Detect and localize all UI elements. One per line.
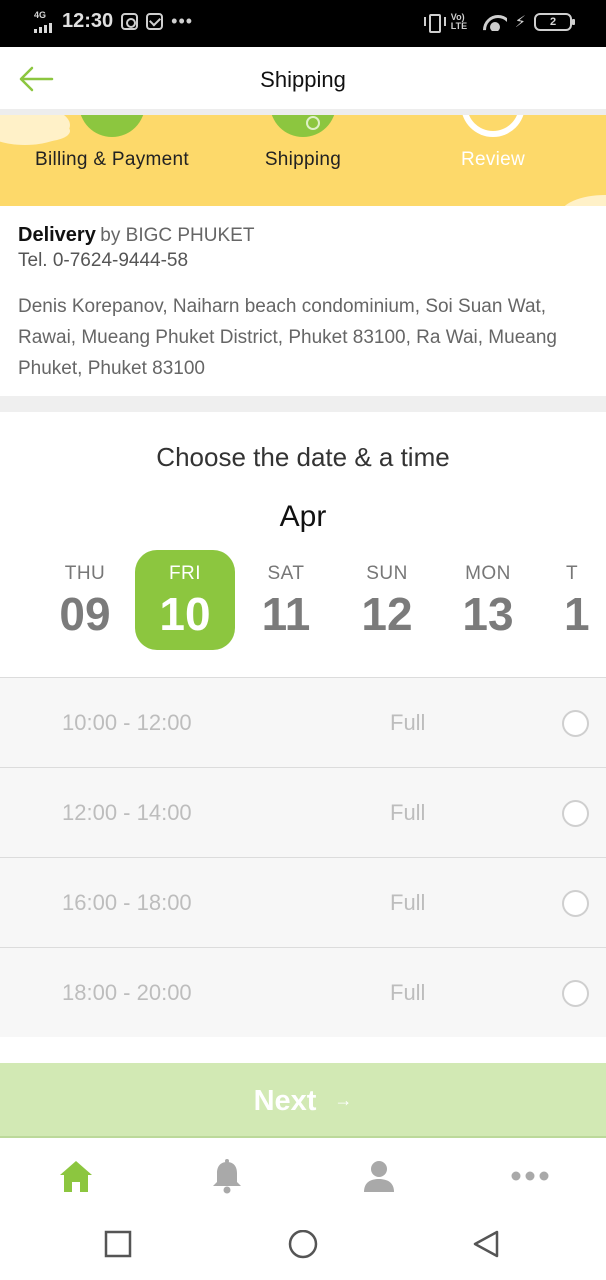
- divider: [0, 396, 606, 412]
- slot-time: 16:00 - 18:00: [62, 890, 192, 915]
- home-icon: [60, 1161, 92, 1192]
- day-fri[interactable]: FRI 10: [135, 550, 235, 650]
- slot-time: 12:00 - 14:00: [62, 800, 192, 825]
- time-slot[interactable]: 10:00 - 12:00 Full: [0, 677, 606, 767]
- day-of-week: SUN: [366, 563, 408, 584]
- circle-icon: [288, 1229, 318, 1259]
- step-review-circle-icon: [461, 115, 525, 137]
- signal-icon: 4G: [32, 9, 54, 33]
- day-of-week: SAT: [267, 563, 305, 584]
- next-label: Next: [253, 1085, 317, 1117]
- day-number: 09: [59, 588, 111, 640]
- delivery-title: Delivery: [18, 224, 96, 246]
- slot-time: 10:00 - 12:00: [62, 710, 192, 735]
- slot-radio[interactable]: [562, 980, 589, 1007]
- slot-radio[interactable]: [562, 800, 589, 827]
- more-icon: [511, 1171, 549, 1181]
- triangle-back-icon: [473, 1230, 499, 1258]
- day-number: 1: [564, 588, 590, 640]
- slot-status: Full: [390, 710, 426, 735]
- slot-radio[interactable]: [562, 710, 589, 737]
- battery-icon: 2: [534, 13, 575, 31]
- recents-button[interactable]: [104, 1230, 132, 1263]
- day-number: 12: [361, 588, 413, 640]
- status-bar: 4G 12:30 ••• Vo) LTE ⚡ 2: [0, 0, 606, 47]
- slot-status: Full: [390, 980, 426, 1005]
- step-review-label: Review: [460, 149, 526, 170]
- nav-home[interactable]: [56, 1156, 96, 1196]
- date-picker-title: Choose the date & a time: [156, 442, 450, 472]
- vibrate-icon: [423, 12, 446, 33]
- instagram-icon: [121, 13, 139, 30]
- day-number: 13: [462, 588, 514, 640]
- arrow-right-icon: →: [334, 1090, 353, 1110]
- cloud-decoration: [10, 120, 70, 142]
- day-thu[interactable]: THU 09: [35, 550, 135, 650]
- day-partial[interactable]: T 1: [556, 550, 606, 650]
- delivery-address: Denis Korepanov, Naiharn beach condomini…: [18, 296, 557, 379]
- back-nav-button[interactable]: [471, 1230, 501, 1265]
- cloud-decoration: [560, 195, 606, 206]
- bottom-nav: [0, 1140, 606, 1212]
- slot-radio[interactable]: [562, 890, 589, 917]
- day-of-week: FRI: [168, 563, 202, 584]
- step-billing-check-icon: [79, 115, 145, 137]
- time-slot-list: 10:00 - 12:00 Full 12:00 - 14:00 Full 16…: [0, 677, 606, 1037]
- step-shipping-label: Shipping: [264, 149, 342, 170]
- day-of-week: THU: [64, 563, 106, 584]
- more-notifications-icon: •••: [171, 11, 194, 31]
- nav-profile[interactable]: [359, 1156, 399, 1196]
- day-mon[interactable]: MON 13: [438, 550, 538, 650]
- date-picker: Choose the date & a time Apr THU 09 FRI …: [0, 412, 606, 678]
- bell-icon: [213, 1159, 241, 1194]
- network-type: 4G: [34, 9, 47, 20]
- square-icon: [104, 1230, 132, 1258]
- mail-icon: [146, 13, 164, 30]
- checkout-stepper: Billing & Payment Shipping Review: [0, 115, 606, 206]
- month-label: Apr: [279, 500, 327, 533]
- day-number: 10: [159, 588, 211, 640]
- time-slot[interactable]: 18:00 - 20:00 Full: [0, 947, 606, 1037]
- slot-time: 18:00 - 20:00: [62, 980, 192, 1005]
- next-button[interactable]: Next →: [0, 1063, 606, 1138]
- day-number: 11: [261, 588, 311, 640]
- delivery-store: by BIGC PHUKET: [100, 225, 255, 246]
- wifi-icon: [483, 13, 507, 31]
- volte-icon: Vo) LTE: [450, 12, 468, 31]
- time-slot[interactable]: 12:00 - 14:00 Full: [0, 767, 606, 857]
- nav-notifications[interactable]: [207, 1156, 247, 1196]
- slot-status: Full: [390, 800, 426, 825]
- user-icon: [364, 1161, 394, 1192]
- system-nav-bar: [0, 1212, 606, 1280]
- step-shipping-truck-icon: [270, 115, 336, 137]
- delivery-info: Delivery by BIGC PHUKET Tel. 0-7624-9444…: [0, 206, 606, 396]
- page-title: Shipping: [260, 67, 346, 92]
- clock: 12:30: [62, 10, 114, 32]
- app-header: Shipping: [0, 47, 606, 109]
- delivery-phone: Tel. 0-7624-9444-58: [18, 250, 189, 271]
- charging-icon: ⚡: [514, 14, 526, 31]
- step-billing-label: Billing & Payment: [34, 149, 189, 170]
- day-sun[interactable]: SUN 12: [337, 550, 437, 650]
- slot-status: Full: [390, 890, 426, 915]
- day-of-week: MON: [465, 563, 511, 584]
- day-sat[interactable]: SAT 11: [236, 550, 336, 650]
- time-slot[interactable]: 16:00 - 18:00 Full: [0, 857, 606, 947]
- home-button[interactable]: [287, 1229, 319, 1267]
- day-of-week: T: [566, 563, 578, 584]
- nav-more[interactable]: [510, 1156, 550, 1196]
